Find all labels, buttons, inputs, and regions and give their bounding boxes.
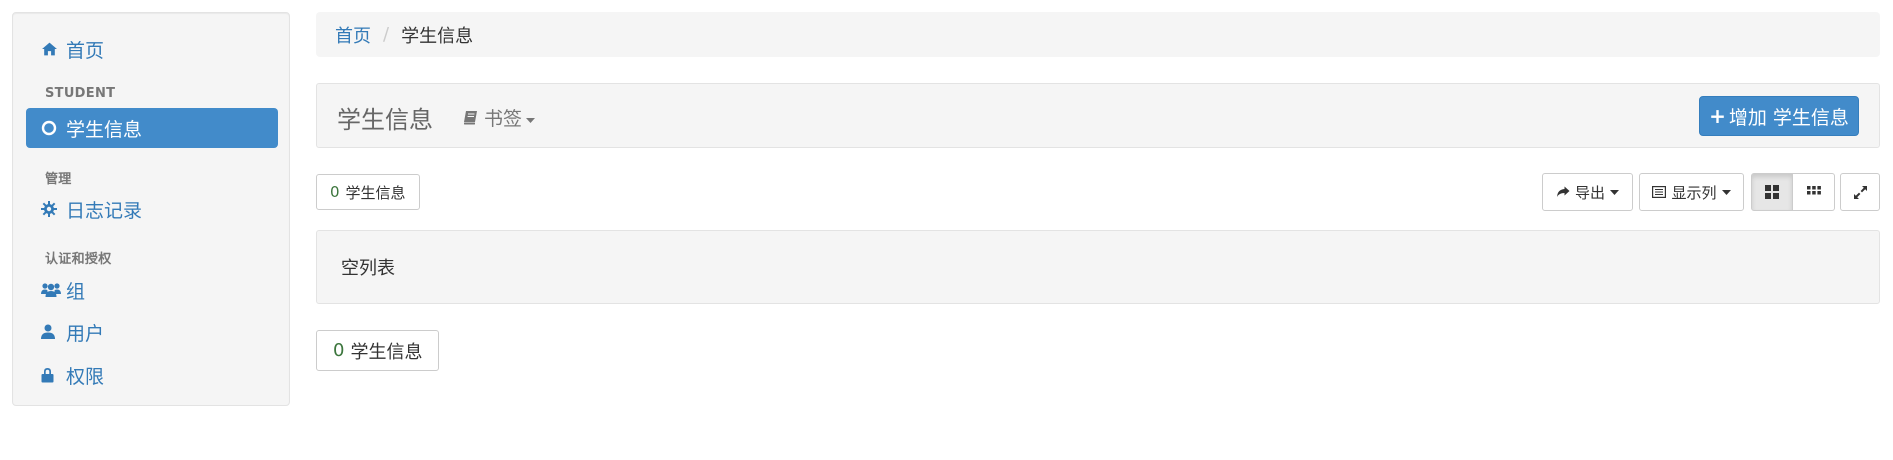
result-count-top: 0 学生信息 [316, 174, 420, 210]
nav-header-admin: 管理 [45, 172, 72, 187]
sidebar-item-label: 日志记录 [66, 199, 143, 222]
result-count-number: 0 [330, 183, 340, 201]
fullscreen-button[interactable] [1840, 173, 1880, 211]
caret-down-icon [1610, 186, 1619, 199]
share-icon [1556, 186, 1570, 198]
breadcrumb: 首页 / 学生信息 [316, 12, 1880, 57]
add-student-button[interactable]: + 增加 学生信息 [1699, 96, 1859, 136]
home-icon [41, 41, 63, 57]
sidebar-item-group[interactable]: 组 [26, 270, 278, 310]
page-header: 学生信息 书签 + 增加 学生信息 [316, 83, 1880, 148]
bookmark-dropdown[interactable]: 书签 [463, 104, 536, 131]
export-label: 导出 [1574, 183, 1605, 202]
bookmark-label: 书签 [484, 108, 523, 130]
sidebar-item-permission[interactable]: 权限 [26, 355, 278, 395]
result-count-label: 学生信息 [350, 341, 423, 363]
user-icon [41, 324, 63, 340]
group-icon [41, 282, 63, 298]
caret-down-icon [1721, 186, 1731, 199]
sidebar-item-student[interactable]: 学生信息 [26, 108, 278, 148]
sidebar-item-home[interactable]: 首页 [26, 29, 278, 69]
th-icon [1806, 185, 1821, 199]
export-button[interactable]: 导出 [1542, 173, 1633, 211]
fullscreen-icon [1853, 185, 1867, 199]
show-columns-label: 显示列 [1671, 183, 1717, 202]
nav-header-student: STUDENT [45, 86, 116, 101]
sidebar-item-user[interactable]: 用户 [26, 312, 278, 352]
book-icon [463, 110, 479, 126]
show-columns-button[interactable]: 显示列 [1639, 173, 1744, 211]
add-student-label: 增加 学生信息 [1728, 106, 1849, 129]
page-title: 学生信息 [337, 106, 433, 134]
sidebar-item-label: 学生信息 [66, 118, 143, 141]
result-count-number: 0 [333, 340, 345, 361]
result-count-label: 学生信息 [345, 183, 406, 202]
nav-header-auth: 认证和授权 [45, 252, 112, 267]
result-count-bottom: 0 学生信息 [316, 330, 440, 371]
empty-list-panel: 空列表 [316, 230, 1880, 304]
breadcrumb-current: 学生信息 [401, 25, 474, 47]
grid-view-button[interactable] [1751, 173, 1793, 211]
sidebar-item-label: 组 [66, 280, 86, 303]
breadcrumb-home-link[interactable]: 首页 [335, 22, 371, 48]
gear-icon [41, 201, 63, 217]
list-alt-icon [1652, 186, 1667, 198]
breadcrumb-separator: / [383, 24, 390, 45]
sidebar-item-label: 权限 [66, 365, 105, 388]
view-toggle-group [1751, 173, 1835, 211]
sidebar-item-label: 首页 [66, 39, 105, 62]
sidebar-item-log[interactable]: 日志记录 [26, 189, 278, 229]
plus-icon: + [1709, 104, 1726, 128]
sidebar-item-label: 用户 [66, 322, 105, 345]
circle-icon [41, 120, 63, 136]
empty-list-text: 空列表 [341, 258, 395, 279]
th-large-icon [1765, 185, 1779, 199]
lock-icon [41, 367, 63, 383]
sidebar: 首页 STUDENT 学生信息 管理 日志记录 认证和授权 组 用户 权限 [12, 12, 290, 406]
small-grid-view-button[interactable] [1793, 173, 1835, 211]
caret-down-icon [526, 107, 536, 129]
